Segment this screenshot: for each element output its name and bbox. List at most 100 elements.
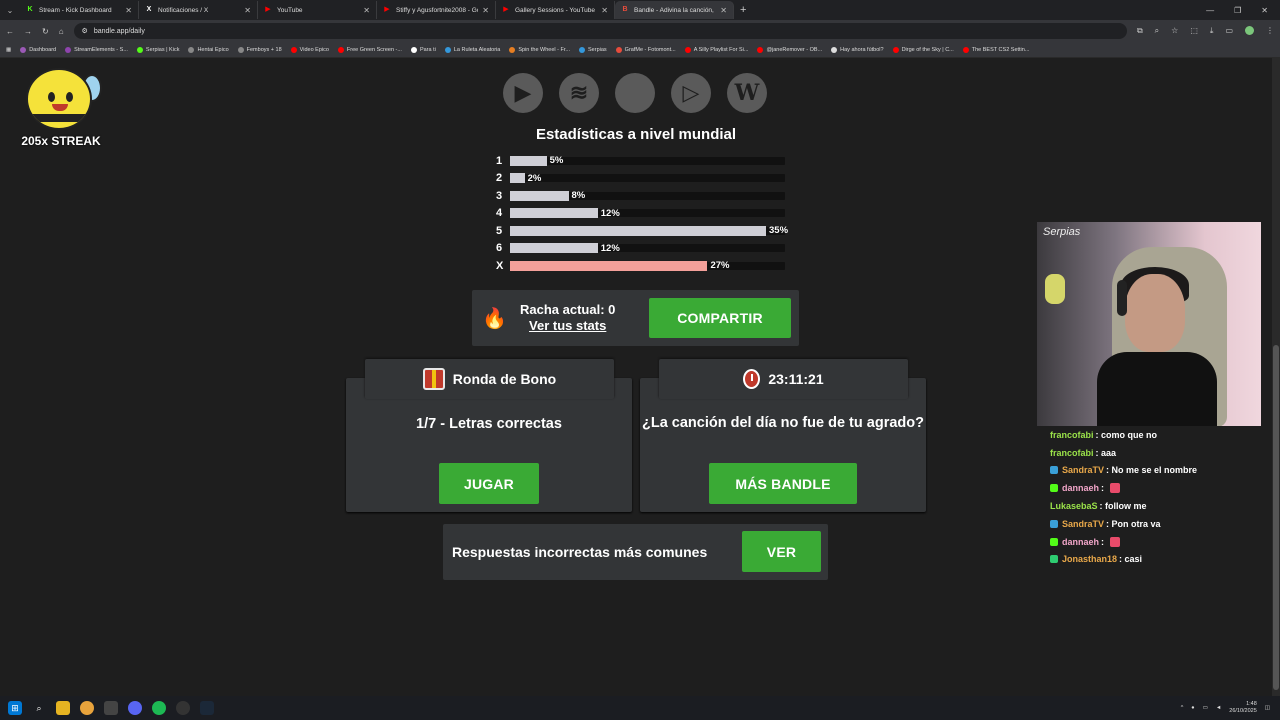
- browser-tab[interactable]: ▶ YouTube ✕: [258, 1, 377, 19]
- bookmark-item[interactable]: Spin the Wheel - Fr...: [509, 46, 571, 53]
- more-bandle-button[interactable]: MÁS BANDLE: [709, 463, 857, 504]
- wikipedia-icon[interactable]: W: [727, 73, 767, 113]
- stats-bar: [510, 225, 766, 236]
- bookmark-label: @janeRemover - OB...: [766, 46, 823, 53]
- view-button[interactable]: VER: [742, 531, 821, 572]
- bookmark-item[interactable]: Femboys + 18: [237, 46, 282, 53]
- reload-icon[interactable]: ↻: [42, 27, 49, 36]
- bookmark-item[interactable]: GrafMe - Fotomont...: [615, 46, 676, 53]
- close-tab-icon[interactable]: ✕: [720, 6, 727, 15]
- bookmark-item[interactable]: Serpias | Kick: [136, 46, 179, 53]
- obs-icon[interactable]: [176, 701, 190, 715]
- download-icon[interactable]: ⤓: [1210, 26, 1214, 36]
- play-button[interactable]: JUGAR: [439, 463, 539, 504]
- bookmark-item[interactable]: The BEST CS2 Settin...: [962, 46, 1029, 53]
- bookmark-item[interactable]: @janeRemover - OB...: [757, 46, 823, 53]
- chat-username[interactable]: dannaeh: [1062, 483, 1099, 493]
- browser-tab[interactable]: K Stream - Kick Dashboard ✕: [20, 1, 139, 19]
- bookmark-item[interactable]: Dirge of the Sky | C...: [892, 46, 954, 53]
- bookmark-item[interactable]: La Ruleta Aleatoria: [444, 46, 500, 53]
- bookmark-favicon-icon: [337, 46, 344, 53]
- chat-username[interactable]: SandraTV: [1062, 465, 1104, 475]
- browser-tab[interactable]: ▶ Stiffy y Agusfortnite2008 - Got ✕: [377, 1, 496, 19]
- volume-icon[interactable]: ◄: [1216, 705, 1221, 711]
- chat-username[interactable]: LukasebaS: [1050, 501, 1098, 511]
- bookmark-favicon-icon: [579, 46, 586, 53]
- chat-username[interactable]: SandraTV: [1062, 519, 1104, 529]
- install-icon[interactable]: ⧉: [1137, 26, 1143, 36]
- view-stats-link[interactable]: Ver tus stats: [520, 318, 615, 334]
- menu-icon[interactable]: ⋮: [1266, 26, 1274, 36]
- url-input[interactable]: ⚙ bandle.app/daily: [73, 23, 1127, 39]
- stats-row: 6 12%: [496, 240, 806, 258]
- home-icon[interactable]: ⌂: [59, 27, 64, 36]
- spotify-icon[interactable]: [152, 701, 166, 715]
- chat-text: Pon otra va: [1111, 518, 1161, 529]
- bookmark-item[interactable]: Video Epico: [290, 46, 329, 53]
- apple-icon[interactable]: [615, 73, 655, 113]
- notifications-icon[interactable]: ◫: [1265, 705, 1270, 711]
- share-button[interactable]: COMPARTIR: [649, 298, 791, 338]
- forward-icon[interactable]: →: [24, 27, 32, 36]
- file-explorer-icon[interactable]: [56, 701, 70, 715]
- scrollbar-thumb[interactable]: [1273, 345, 1279, 690]
- new-tab-button[interactable]: +: [740, 4, 746, 16]
- chat-username[interactable]: francofabi: [1050, 448, 1094, 458]
- app-icon[interactable]: [104, 701, 118, 715]
- back-icon[interactable]: ←: [6, 27, 14, 36]
- close-tab-icon[interactable]: ✕: [363, 6, 370, 15]
- start-icon[interactable]: ⊞: [8, 701, 22, 715]
- youtube-icon[interactable]: ▶: [503, 73, 543, 113]
- close-tab-icon[interactable]: ✕: [244, 6, 251, 15]
- sidebar-icon[interactable]: ▭: [1225, 26, 1233, 36]
- tab-list: K Stream - Kick Dashboard ✕ X Notificaciones…: [20, 1, 734, 19]
- browser-tab[interactable]: ▶ Gallery Sessions - YouTube ✕: [496, 1, 615, 19]
- discord-icon[interactable]: [128, 701, 142, 715]
- close-tab-icon[interactable]: ✕: [125, 6, 132, 15]
- close-window-icon[interactable]: ✕: [1261, 6, 1268, 15]
- stats-guess-label: 4: [496, 207, 503, 220]
- stats-bar: [510, 208, 598, 219]
- chat-username[interactable]: francofabi: [1050, 430, 1094, 440]
- site-info-icon[interactable]: ⚙: [82, 27, 88, 35]
- network-icon[interactable]: ▭: [1203, 705, 1208, 711]
- play-icon[interactable]: ▷: [671, 73, 711, 113]
- bookmark-item[interactable]: Hay ahora fútbol?: [831, 46, 884, 53]
- bookmark-item[interactable]: A Silly Playlist For Si...: [684, 46, 748, 53]
- bookmark-star-icon[interactable]: ☆: [1171, 26, 1178, 36]
- bookmark-item[interactable]: Para ti: [410, 46, 436, 53]
- close-tab-icon[interactable]: ✕: [601, 6, 608, 15]
- tab-search-icon[interactable]: ⌄: [0, 0, 20, 20]
- timer-text: ¿La canción del día no fue de tu agrado?: [642, 415, 924, 431]
- tab-title: YouTube: [277, 6, 303, 14]
- chat-username[interactable]: Jonasthan18: [1062, 554, 1117, 564]
- chrome-icon[interactable]: [80, 701, 94, 715]
- clock-icon: [743, 369, 761, 389]
- apps-icon[interactable]: ▦: [6, 47, 11, 53]
- maximize-icon[interactable]: ❐: [1234, 6, 1241, 15]
- browser-tab[interactable]: X Notificaciones / X ✕: [139, 1, 258, 19]
- stats-percent: 5%: [549, 155, 564, 167]
- zoom-icon[interactable]: ⌕: [1155, 26, 1159, 36]
- search-icon[interactable]: ⌕: [32, 701, 46, 715]
- profile-avatar[interactable]: [1245, 26, 1254, 35]
- chat-username[interactable]: dannaeh: [1062, 537, 1099, 547]
- steam-icon[interactable]: [200, 701, 214, 715]
- bookmark-item[interactable]: Hentai Epico: [188, 46, 229, 53]
- bookmark-item[interactable]: Free Green Screen -...: [337, 46, 402, 53]
- stats-bar: [510, 243, 598, 254]
- spotify-icon[interactable]: ≋: [559, 73, 599, 113]
- extensions-icon[interactable]: ⬚: [1190, 26, 1198, 36]
- streak-count: 205x STREAK: [21, 134, 101, 148]
- bookmark-item[interactable]: Dashboard: [20, 46, 56, 53]
- minimize-icon[interactable]: —: [1206, 6, 1214, 15]
- youtube-icon: ▶: [503, 6, 509, 13]
- taskbar-clock[interactable]: 1:48 26/10/2025: [1229, 701, 1257, 715]
- browser-tab[interactable]: B Bandle - Adivina la canción, un ✕: [615, 1, 734, 19]
- bookmark-item[interactable]: StreamElements - S...: [65, 46, 128, 53]
- bookmark-item[interactable]: Serpias: [579, 46, 607, 53]
- tray-chevron-icon[interactable]: ^: [1181, 705, 1184, 711]
- mic-icon[interactable]: ●: [1191, 705, 1194, 711]
- close-tab-icon[interactable]: ✕: [482, 6, 489, 15]
- bookmark-label: Spin the Wheel - Fr...: [518, 46, 571, 53]
